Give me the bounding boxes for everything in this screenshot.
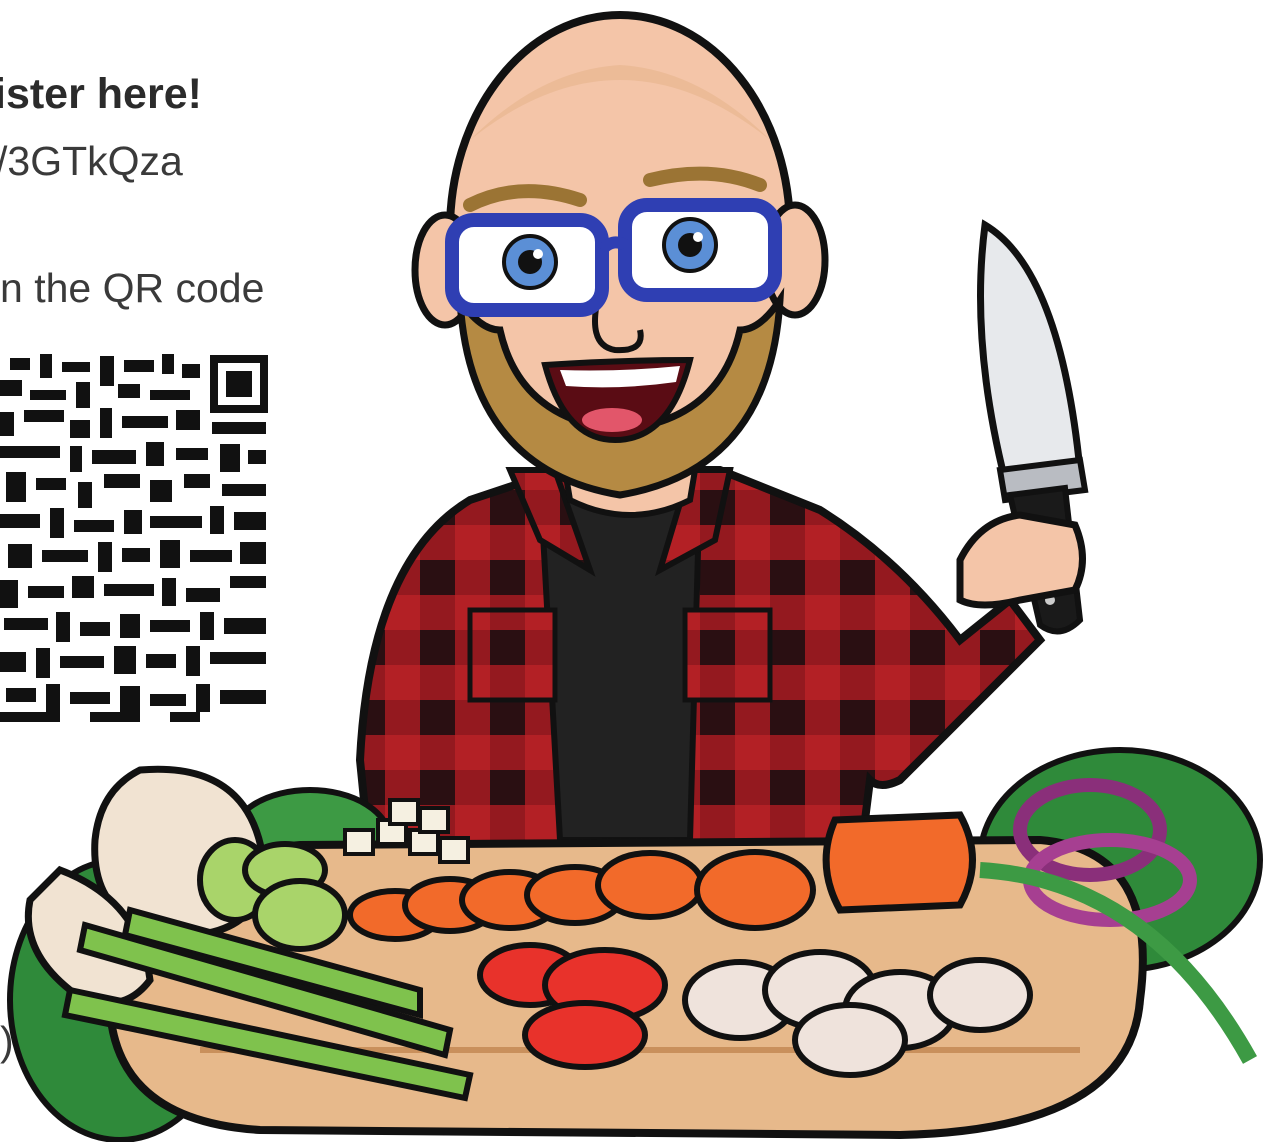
chef-avatar-illustration [7, 11, 1263, 1142]
